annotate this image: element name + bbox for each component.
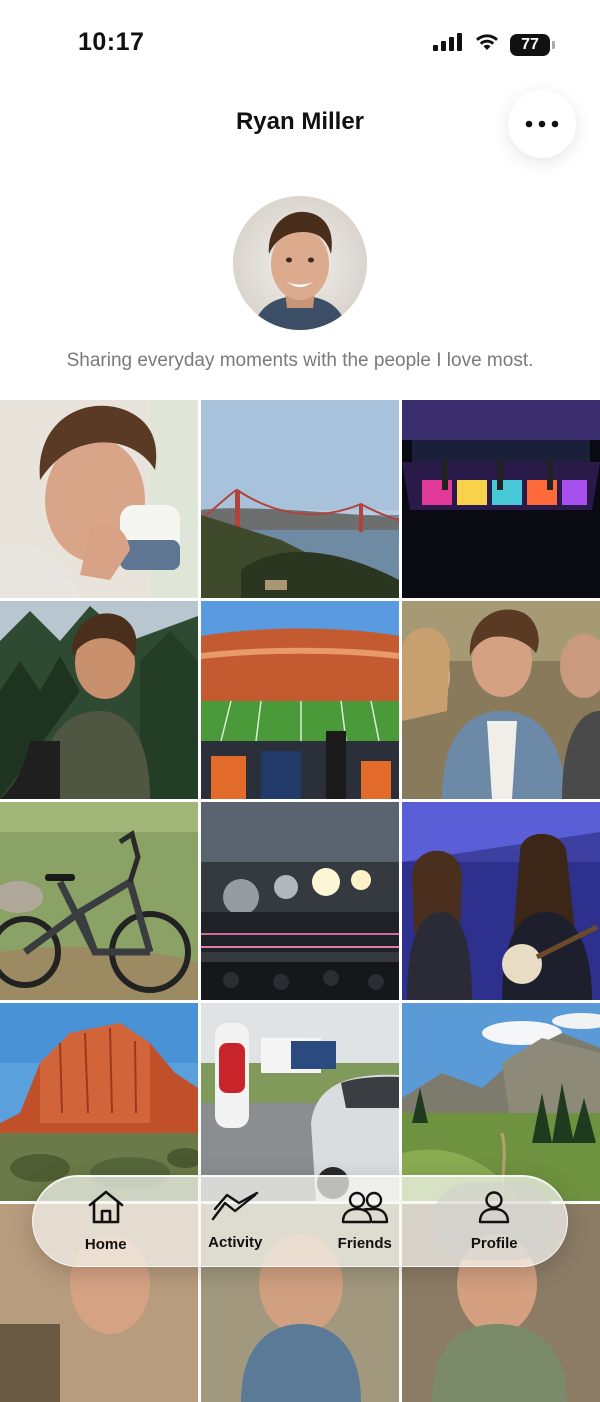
status-bar: 10:17 77 (0, 0, 600, 88)
person-icon (477, 1190, 511, 1229)
friends-icon (340, 1190, 390, 1229)
photo-golden-gate-bridge[interactable] (201, 400, 399, 598)
battery-level: 77 (521, 35, 539, 53)
status-time: 10:17 (78, 28, 145, 56)
photo-red-rock-butte[interactable] (0, 1003, 198, 1201)
photo-friends-laughing[interactable] (402, 601, 600, 799)
photo-man-hiking-forest[interactable] (0, 601, 198, 799)
tab-friends-label: Friends (337, 1235, 392, 1252)
photo-man-drinking-from-mug[interactable] (0, 400, 198, 598)
photo-concert-stage-lights[interactable] (402, 400, 600, 598)
photo-football-stadium[interactable] (201, 601, 399, 799)
wifi-icon (474, 32, 500, 57)
tab-home-label: Home (84, 1236, 127, 1253)
ellipsis-icon (525, 115, 559, 133)
photo-musicians-banjo[interactable] (402, 802, 600, 1000)
tab-friends[interactable]: Friends (303, 1182, 427, 1260)
avatar[interactable] (233, 196, 367, 330)
photo-mountain-bike-meadow[interactable] (0, 802, 198, 1000)
activity-chart-icon (211, 1191, 259, 1228)
profile-bio: Sharing everyday moments with the people… (66, 350, 534, 371)
cellular-signal-icon (432, 32, 464, 57)
battery-icon: 77 (510, 33, 555, 56)
photo-concert-hall-stage[interactable] (201, 802, 399, 1000)
photo-mountain-valley-trail[interactable] (402, 1003, 600, 1201)
house-icon (86, 1189, 126, 1230)
more-options-button[interactable] (508, 90, 576, 158)
status-icons: 77 (432, 32, 555, 57)
tab-activity[interactable]: Activity (173, 1182, 297, 1260)
tab-profile-label: Profile (470, 1235, 518, 1252)
tab-activity-label: Activity (208, 1234, 263, 1251)
tab-bar: Home Activity Friends Profile (32, 1175, 568, 1267)
tab-profile[interactable]: Profile (432, 1182, 557, 1260)
photo-tesla-supercharger[interactable] (201, 1003, 399, 1201)
tab-home[interactable]: Home (44, 1182, 168, 1260)
